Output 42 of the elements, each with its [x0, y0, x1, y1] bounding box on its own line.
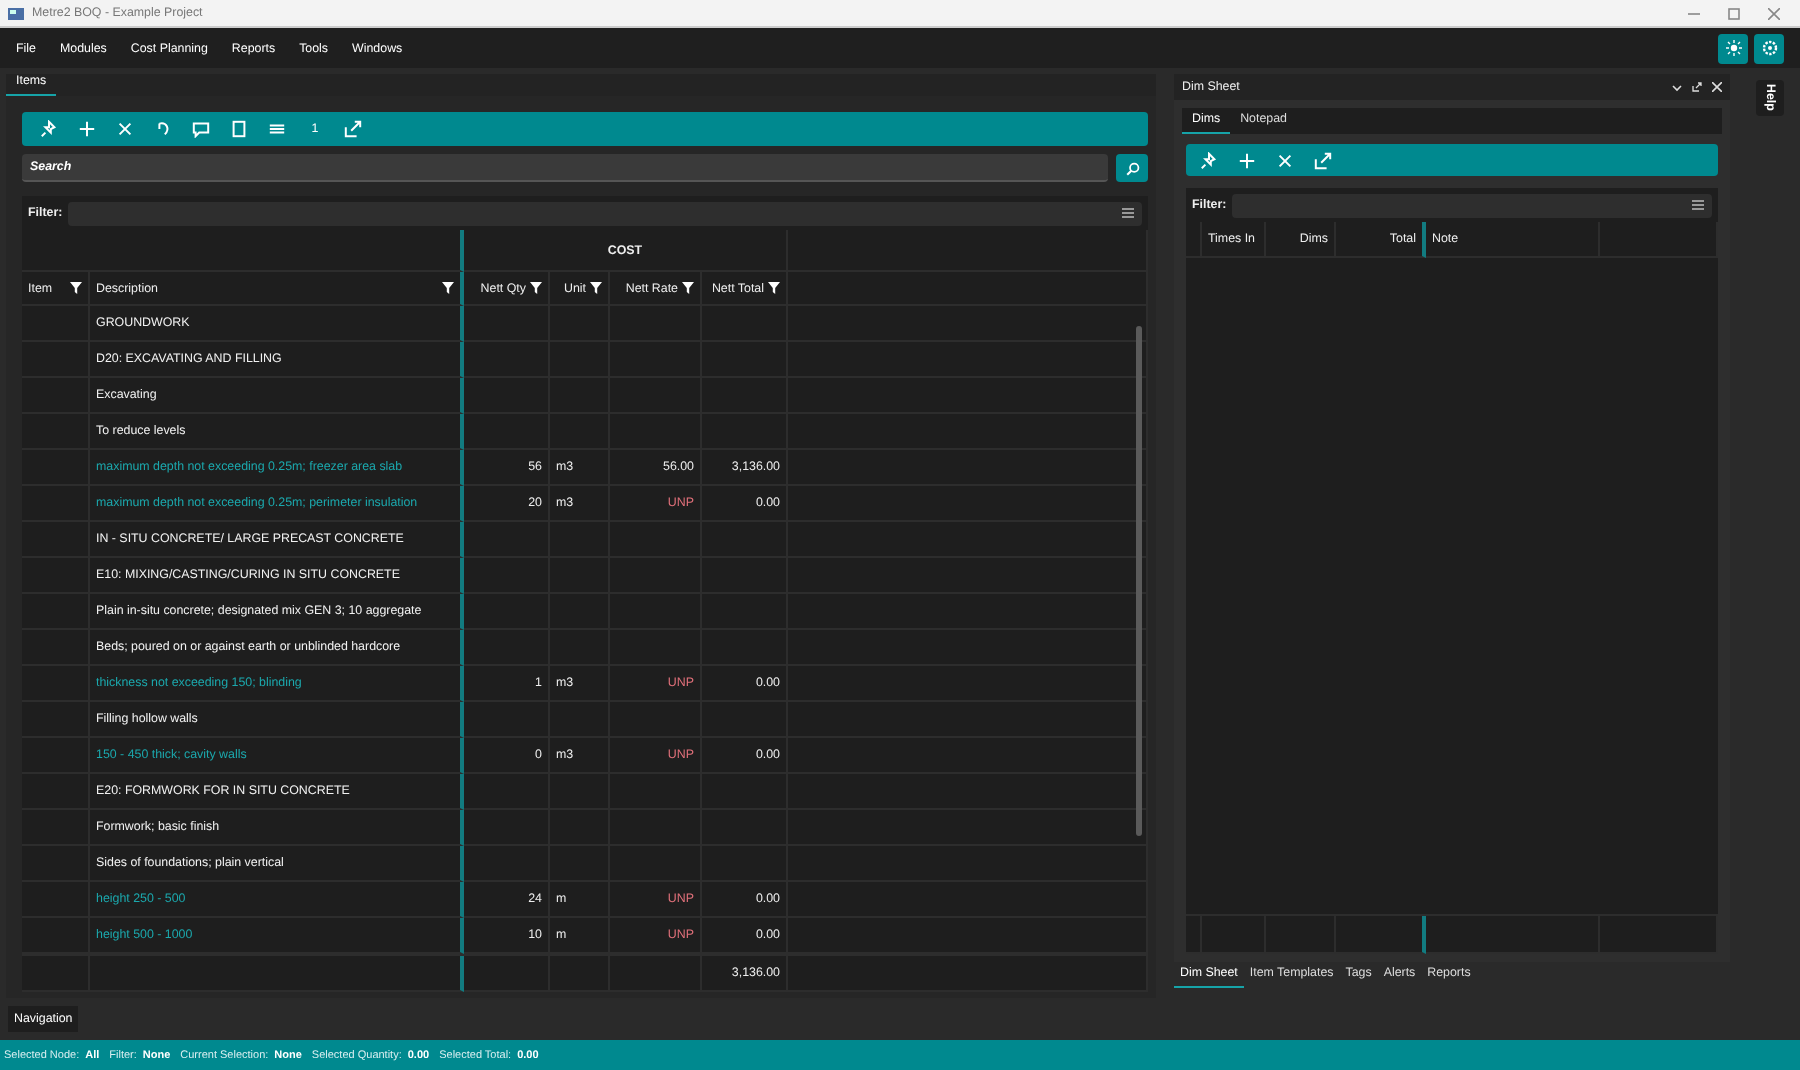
delete-icon[interactable]: [116, 120, 134, 138]
table-cell: [1336, 916, 1426, 954]
filter-field[interactable]: [68, 201, 1142, 225]
minimize-icon[interactable]: [1688, 7, 1700, 19]
table-cell: [464, 702, 550, 738]
add-icon[interactable]: [1238, 151, 1256, 169]
table-cell: [464, 306, 550, 342]
sun-icon: [1725, 40, 1741, 56]
delete-icon[interactable]: [1276, 151, 1294, 169]
page-icon[interactable]: [230, 120, 248, 138]
table-cell: [464, 810, 550, 846]
table-cell: [464, 846, 550, 882]
filter-icon[interactable]: [70, 282, 82, 294]
filter-icon[interactable]: [682, 282, 694, 294]
table-cell: [464, 594, 550, 630]
table-cell: [464, 558, 550, 594]
table-cell: [464, 414, 550, 450]
table-cell: [464, 630, 550, 666]
search-icon: [1125, 161, 1139, 175]
table-cell: [464, 774, 550, 810]
search-button[interactable]: [1116, 154, 1148, 182]
table-cell: [464, 378, 550, 414]
chevron-down-icon[interactable]: [1672, 83, 1682, 91]
menu-icon[interactable]: [1122, 208, 1134, 218]
scrollbar[interactable]: [1136, 326, 1142, 836]
filter-field[interactable]: [1232, 193, 1712, 217]
comment-icon[interactable]: [192, 120, 210, 138]
theme-button[interactable]: [1718, 33, 1748, 63]
filter-icon[interactable]: [590, 282, 602, 294]
filter-icon[interactable]: [442, 282, 454, 294]
menu-icon[interactable]: [1692, 200, 1704, 210]
undo-icon[interactable]: [154, 120, 172, 138]
app-icon: [8, 7, 24, 19]
table-cell: [464, 342, 550, 378]
settings-icon: [1761, 40, 1777, 56]
table-cell: [464, 522, 550, 558]
maximize-icon[interactable]: [1728, 7, 1740, 19]
settings-button[interactable]: [1754, 33, 1784, 63]
filter-icon[interactable]: [530, 282, 542, 294]
add-icon[interactable]: [78, 120, 96, 138]
filter-icon[interactable]: [768, 282, 780, 294]
list-icon[interactable]: [268, 120, 286, 138]
